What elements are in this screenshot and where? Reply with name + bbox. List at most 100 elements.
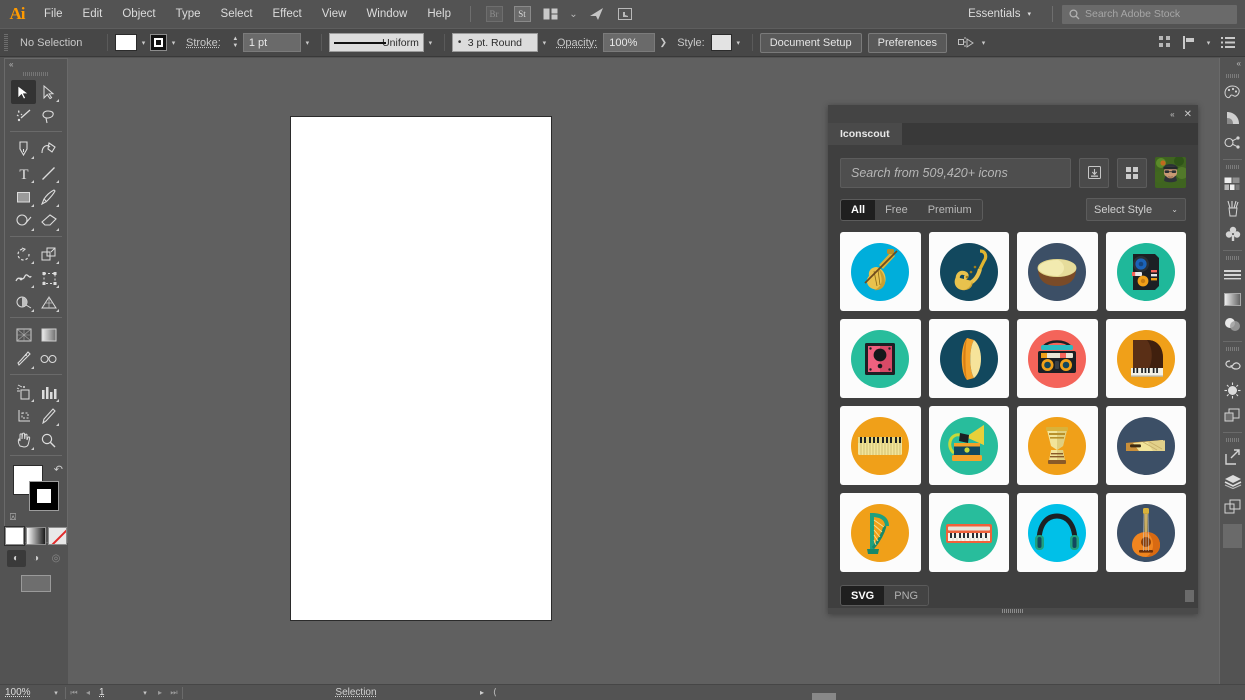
artboards-panel-icon[interactable] <box>1220 494 1245 519</box>
icon-result-boombox[interactable] <box>1017 319 1098 398</box>
menu-help[interactable]: Help <box>417 0 461 28</box>
menu-effect[interactable]: Effect <box>263 0 312 28</box>
rectangle-tool[interactable] <box>11 185 36 209</box>
icon-result-keyboard-piano[interactable] <box>928 493 1009 572</box>
appearance-panel-icon[interactable] <box>1220 378 1245 403</box>
icon-result-pick-shell[interactable] <box>928 319 1009 398</box>
color-guide-icon[interactable] <box>1220 105 1245 130</box>
direct-selection-tool[interactable] <box>36 80 61 104</box>
free-transform-tool[interactable] <box>36 266 61 290</box>
draw-inside-button[interactable]: ◎ <box>47 550 66 567</box>
layers-panel-icon[interactable] <box>1220 469 1245 494</box>
slice-tool[interactable] <box>36 404 61 428</box>
transform-grid-icon[interactable] <box>1154 33 1176 53</box>
eyedropper-tool[interactable] <box>11 347 36 371</box>
filter-all[interactable]: All <box>841 199 876 220</box>
stock-badge-icon[interactable]: St <box>511 5 533 23</box>
lasso-tool[interactable] <box>36 104 61 128</box>
rotate-tool[interactable] <box>11 242 36 266</box>
preferences-button[interactable]: Preferences <box>867 32 947 53</box>
stroke-weight-field[interactable]: 1 pt <box>242 33 301 52</box>
hand-tool[interactable] <box>11 428 36 452</box>
column-graph-tool[interactable] <box>36 380 61 404</box>
style-caret-icon[interactable]: ▾ <box>732 34 745 51</box>
draw-behind-button[interactable]: ◑ <box>27 550 46 567</box>
libraries-panel-icon[interactable] <box>1220 353 1245 378</box>
symbol-sprayer-tool[interactable] <box>11 380 36 404</box>
draw-normal-button[interactable]: ◐ <box>6 550 26 567</box>
stroke-swatch[interactable] <box>150 34 167 51</box>
gradient-panel-icon[interactable] <box>1220 287 1245 312</box>
graphic-style-swatch[interactable] <box>710 34 732 51</box>
icon-result-amplifier[interactable] <box>840 319 921 398</box>
tools-panel-grip[interactable] <box>5 69 67 78</box>
icon-result-harp[interactable] <box>840 493 921 572</box>
filter-premium[interactable]: Premium <box>917 199 982 220</box>
align-panel-icon[interactable] <box>1178 33 1200 53</box>
artboard[interactable] <box>290 116 552 621</box>
stroke-panel-icon[interactable] <box>1220 262 1245 287</box>
filter-free[interactable]: Free <box>875 199 918 220</box>
format-svg[interactable]: SVG <box>841 586 885 605</box>
tab-iconscout[interactable]: Iconscout <box>828 123 902 145</box>
dock-grip[interactable] <box>1220 71 1245 80</box>
stroke-profile-field[interactable]: Uniform <box>328 33 424 52</box>
panel-titlebar[interactable]: « ✕ <box>828 105 1198 123</box>
paintbrush-tool[interactable] <box>36 185 61 209</box>
shape-builder-tool[interactable] <box>11 290 36 314</box>
panel-resize-handle[interactable] <box>1185 590 1194 602</box>
bridge-badge-icon[interactable]: Br <box>483 5 505 23</box>
brush-definition-caret-icon[interactable]: ▾ <box>538 34 551 51</box>
user-avatar[interactable] <box>1155 157 1186 188</box>
icon-result-gramophone[interactable] <box>928 406 1009 485</box>
blend-tool[interactable] <box>36 347 61 371</box>
color-mode-button[interactable] <box>3 526 26 546</box>
icon-result-dj-speaker[interactable] <box>1105 232 1186 311</box>
opacity-field[interactable]: 100% <box>603 33 656 52</box>
dock-grip[interactable] <box>1220 344 1245 353</box>
align-caret-icon[interactable]: ▾ <box>977 34 990 51</box>
format-png[interactable]: PNG <box>884 586 929 605</box>
artboard-tool[interactable] <box>11 404 36 428</box>
menu-view[interactable]: View <box>312 0 357 28</box>
adobe-stock-search[interactable]: Search Adobe Stock <box>1062 4 1237 24</box>
sync-settings-icon[interactable] <box>586 5 608 23</box>
stroke-label[interactable]: Stroke: <box>186 37 221 49</box>
zoom-tool[interactable] <box>36 428 61 452</box>
align-panel-caret-icon[interactable]: ▾ <box>1202 34 1215 51</box>
icon-result-violin[interactable] <box>840 232 921 311</box>
menu-edit[interactable]: Edit <box>73 0 113 28</box>
none-mode-button[interactable] <box>47 527 67 545</box>
line-segment-tool[interactable] <box>36 161 61 185</box>
panel-close-icon[interactable]: ✕ <box>1184 109 1192 120</box>
panel-menu-icon[interactable] <box>1217 33 1239 53</box>
save-download-icon[interactable] <box>1079 157 1109 188</box>
icon-result-grand-piano[interactable] <box>1105 319 1186 398</box>
panel-bottom-grip[interactable] <box>828 608 1198 614</box>
right-dock-collapse-icon[interactable]: « <box>1220 58 1245 70</box>
horizontal-scrollbar[interactable] <box>0 693 1245 700</box>
icon-result-acoustic-guitar[interactable] <box>1105 493 1186 572</box>
align-to-icon[interactable] <box>955 33 977 53</box>
pen-tool[interactable] <box>11 137 36 161</box>
width-tool[interactable] <box>11 266 36 290</box>
brush-definition-field[interactable]: 3 pt. Round <box>451 33 538 52</box>
menu-select[interactable]: Select <box>211 0 263 28</box>
curvature-tool[interactable] <box>36 137 61 161</box>
transparency-panel-icon[interactable] <box>1220 312 1245 337</box>
icon-result-djembe-drum[interactable] <box>1017 406 1098 485</box>
grid-view-icon[interactable] <box>1117 157 1147 188</box>
arrange-documents-icon[interactable] <box>539 5 561 23</box>
stroke-caret-icon[interactable]: ▾ <box>167 34 180 51</box>
menu-type[interactable]: Type <box>166 0 211 28</box>
icon-result-drum-bowl[interactable] <box>1017 232 1098 311</box>
eraser-tool[interactable] <box>36 209 61 233</box>
type-tool[interactable]: T <box>11 161 36 185</box>
style-select[interactable]: Select Style ⌄ <box>1086 198 1186 221</box>
document-setup-button[interactable]: Document Setup <box>759 32 862 53</box>
icon-result-accordion[interactable] <box>840 406 921 485</box>
chevron-down-icon[interactable]: ⌄ <box>567 5 580 23</box>
stroke-profile-caret-icon[interactable]: ▾ <box>424 34 437 51</box>
shaper-tool[interactable] <box>11 209 36 233</box>
fill-caret-icon[interactable]: ▾ <box>137 34 150 51</box>
